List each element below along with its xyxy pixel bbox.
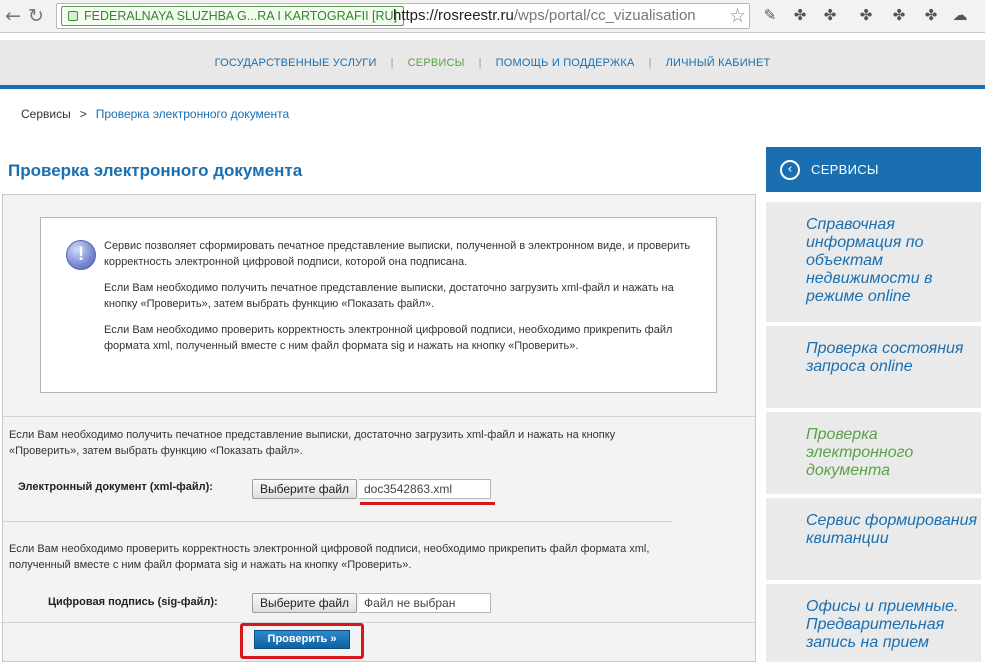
breadcrumb-separator: > bbox=[79, 107, 87, 121]
sidebar-header[interactable]: ‹ СЕРВИСЫ bbox=[766, 147, 981, 192]
info-paragraph: Если Вам необходимо проверить корректнос… bbox=[104, 324, 673, 352]
puzzle-extension-icon[interactable]: ✤ bbox=[921, 5, 941, 25]
breadcrumb-root[interactable]: Сервисы bbox=[21, 107, 71, 121]
xml-file-label: Электронный документ (xml-файл): bbox=[18, 481, 213, 493]
url-text: https://rosreestr.ru/wps/portal/cc_vizua… bbox=[393, 7, 696, 25]
top-nav-items: ГОСУДАРСТВЕННЫЕ УСЛУГИ | СЕРВИСЫ | ПОМОЩЬ И … bbox=[0, 57, 985, 69]
sidebar-item-document-check[interactable]: Проверка электронного документа bbox=[766, 412, 981, 494]
check-submit-button[interactable]: Проверить » bbox=[254, 630, 350, 649]
ev-label: FEDERALNAYA SLUZHBA G...RA I KARTOGRAFII… bbox=[84, 9, 398, 23]
submit-divider bbox=[0, 622, 755, 623]
sig-file-name: Файл не выбран bbox=[359, 593, 491, 613]
sidebar-item-receipt-service[interactable]: Сервис формирования квитанции bbox=[766, 498, 981, 580]
ev-certificate-badge[interactable]: FEDERALNAYA SLUZHBA G...RA I KARTOGRAFII… bbox=[61, 6, 405, 26]
reload-icon[interactable]: ↻ bbox=[25, 5, 47, 27]
nav-account[interactable]: ЛИЧНЫЙ КАБИНЕТ bbox=[652, 57, 785, 69]
info-box: ! Сервис позволяет сформировать печатное… bbox=[40, 217, 717, 393]
lock-icon bbox=[68, 11, 78, 21]
url-host: https://rosreestr.ru bbox=[393, 7, 514, 24]
sidebar-item-reference-info[interactable]: Справочная информация по объектам недвиж… bbox=[766, 202, 981, 322]
sig-file-label: Цифровая подпись (sig-файл): bbox=[48, 596, 218, 608]
back-arrow-icon[interactable]: ← bbox=[2, 5, 24, 27]
breadcrumb-current[interactable]: Проверка электронного документа bbox=[96, 107, 289, 121]
sidebar-item-request-status[interactable]: Проверка состояния запроса online bbox=[766, 326, 981, 408]
chevron-left-icon[interactable]: ‹ bbox=[780, 160, 800, 180]
xml-description: Если Вам необходимо получить печатное пр… bbox=[9, 429, 616, 457]
nav-services[interactable]: СЕРВИСЫ bbox=[394, 57, 479, 69]
bookmark-star-icon[interactable]: ☆ bbox=[729, 5, 746, 27]
puzzle-extension-icon[interactable]: ✤ bbox=[856, 5, 876, 25]
cloud-extension-icon[interactable]: ☁ bbox=[950, 5, 970, 25]
info-text: Сервис позволяет сформировать печатное п… bbox=[104, 239, 704, 365]
puzzle-extension-icon[interactable]: ✤ bbox=[820, 5, 840, 25]
url-path: /wps/portal/cc_vizualisation bbox=[513, 7, 696, 24]
info-paragraph: Сервис позволяет сформировать печатное п… bbox=[104, 240, 691, 268]
eyedropper-extension-icon[interactable]: ✎ bbox=[760, 5, 780, 25]
nav-gov-services[interactable]: ГОСУДАРСТВЕННЫЕ УСЛУГИ bbox=[201, 57, 391, 69]
xml-file-name: doc3542863.xml bbox=[359, 479, 491, 499]
red-underline-annotation bbox=[360, 502, 495, 505]
page-title: Проверка электронного документа bbox=[8, 161, 303, 180]
puzzle-extension-icon[interactable]: ✤ bbox=[889, 5, 909, 25]
sidebar-item-offices[interactable]: Офисы и приемные. Предварительная запись… bbox=[766, 584, 981, 662]
puzzle-extension-icon[interactable]: ✤ bbox=[790, 5, 810, 25]
site-top-nav: ГОСУДАРСТВЕННЫЕ УСЛУГИ | СЕРВИСЫ | ПОМОЩЬ И … bbox=[0, 40, 985, 89]
browser-toolbar: ← ↻ FEDERALNAYA SLUZHBA G...RA I KARTOGR… bbox=[0, 0, 985, 33]
section-divider bbox=[3, 521, 673, 522]
breadcrumb: Сервисы > Проверка электронного документа bbox=[21, 107, 289, 121]
info-paragraph: Если Вам необходимо получить печатное пр… bbox=[104, 282, 674, 310]
sidebar-title: СЕРВИСЫ bbox=[811, 162, 879, 177]
sig-choose-file-button[interactable]: Выберите файл bbox=[252, 593, 358, 613]
sig-description: Если Вам необходимо проверить корректнос… bbox=[9, 543, 650, 571]
nav-help[interactable]: ПОМОЩЬ И ПОДДЕРЖКА bbox=[482, 57, 649, 69]
address-bar[interactable]: FEDERALNAYA SLUZHBA G...RA I KARTOGRAFII… bbox=[56, 3, 750, 29]
xml-choose-file-button[interactable]: Выберите файл bbox=[252, 479, 358, 499]
exclamation-info-icon: ! bbox=[66, 240, 96, 270]
